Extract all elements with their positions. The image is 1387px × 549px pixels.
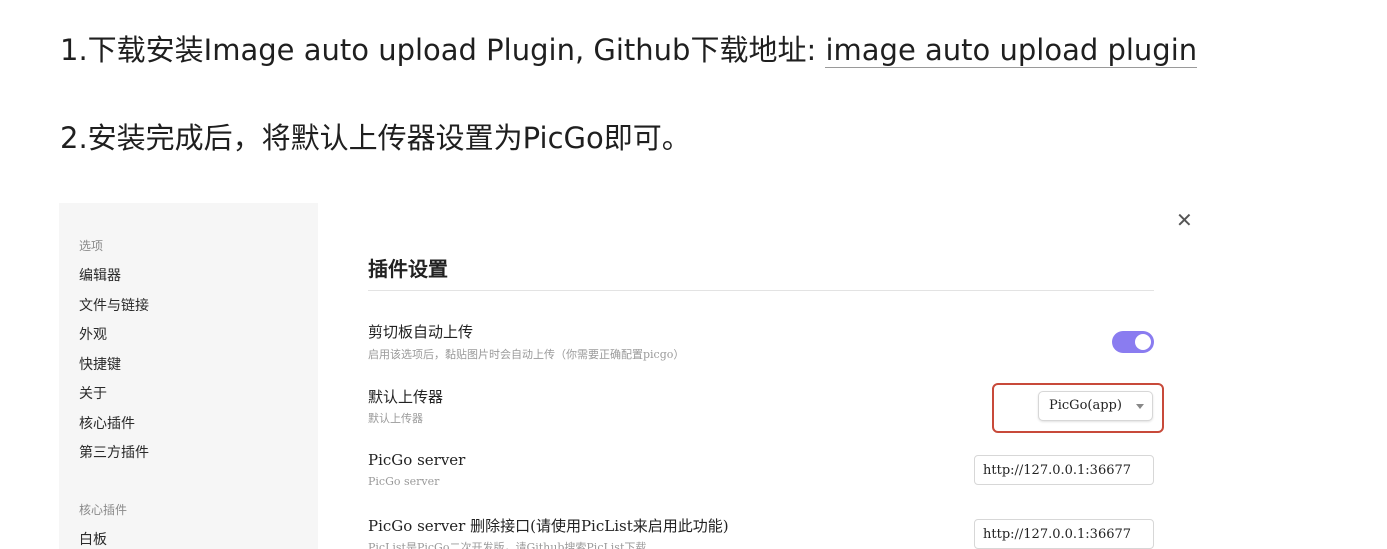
sidebar-item-hotkeys[interactable]: 快捷键	[79, 354, 121, 374]
sidebar-item-canvas[interactable]: 白板	[79, 529, 107, 549]
sidebar-item-community-plugins[interactable]: 第三方插件	[79, 442, 149, 462]
setting-uploader-desc: 默认上传器	[368, 412, 423, 425]
setting-uploader-name: 默认上传器	[368, 388, 444, 406]
plugin-download-link[interactable]: image auto upload plugin	[825, 33, 1198, 68]
chevron-down-icon	[1136, 404, 1144, 409]
toggle-knob	[1135, 334, 1151, 350]
instruction-step-2: 2.安装完成后，将默认上传器设置为PicGo即可。	[60, 121, 691, 155]
title-divider	[368, 290, 1154, 291]
page-title: 插件设置	[368, 257, 448, 281]
uploader-select-value: PicGo(app)	[1049, 398, 1122, 413]
sidebar-item-editor[interactable]: 编辑器	[79, 265, 121, 285]
sidebar-item-about[interactable]: 关于	[79, 383, 107, 403]
server-url-input[interactable]	[974, 455, 1154, 485]
sidebar-heading-options: 选项	[79, 239, 104, 253]
clipboard-auto-upload-toggle[interactable]	[1112, 331, 1154, 353]
step-1-text: 1.下载安装Image auto upload Plugin, Github下载…	[60, 33, 826, 67]
setting-server-desc: PicGo server	[368, 475, 440, 488]
setting-delete-server-desc: PicList是PicGo二次开发版，请Github搜索PicList下载	[368, 541, 647, 549]
setting-server-name: PicGo server	[368, 451, 466, 469]
setting-clipboard-desc: 启用该选项后，黏贴图片时会自动上传（你需要正确配置picgo）	[368, 348, 685, 361]
settings-sidebar: 选项 编辑器 文件与链接 外观 快捷键 关于 核心插件 第三方插件 核心插件 白…	[59, 203, 318, 549]
sidebar-heading-core-plugins: 核心插件	[79, 503, 128, 517]
delete-server-url-input[interactable]	[974, 519, 1154, 549]
setting-clipboard-name: 剪切板自动上传	[368, 323, 474, 341]
sidebar-item-appearance[interactable]: 外观	[79, 324, 107, 344]
uploader-select[interactable]: PicGo(app)	[1038, 391, 1153, 421]
setting-delete-server-name: PicGo server 删除接口(请使用PicList来启用此功能)	[368, 517, 729, 535]
close-icon[interactable]: ✕	[1176, 209, 1193, 231]
sidebar-item-files-links[interactable]: 文件与链接	[79, 295, 149, 315]
sidebar-item-core-plugins[interactable]: 核心插件	[79, 413, 135, 433]
settings-screenshot: 选项 编辑器 文件与链接 外观 快捷键 关于 核心插件 第三方插件 核心插件 白…	[59, 203, 1199, 549]
instruction-step-1: 1.下载安装Image auto upload Plugin, Github下载…	[60, 30, 1198, 70]
